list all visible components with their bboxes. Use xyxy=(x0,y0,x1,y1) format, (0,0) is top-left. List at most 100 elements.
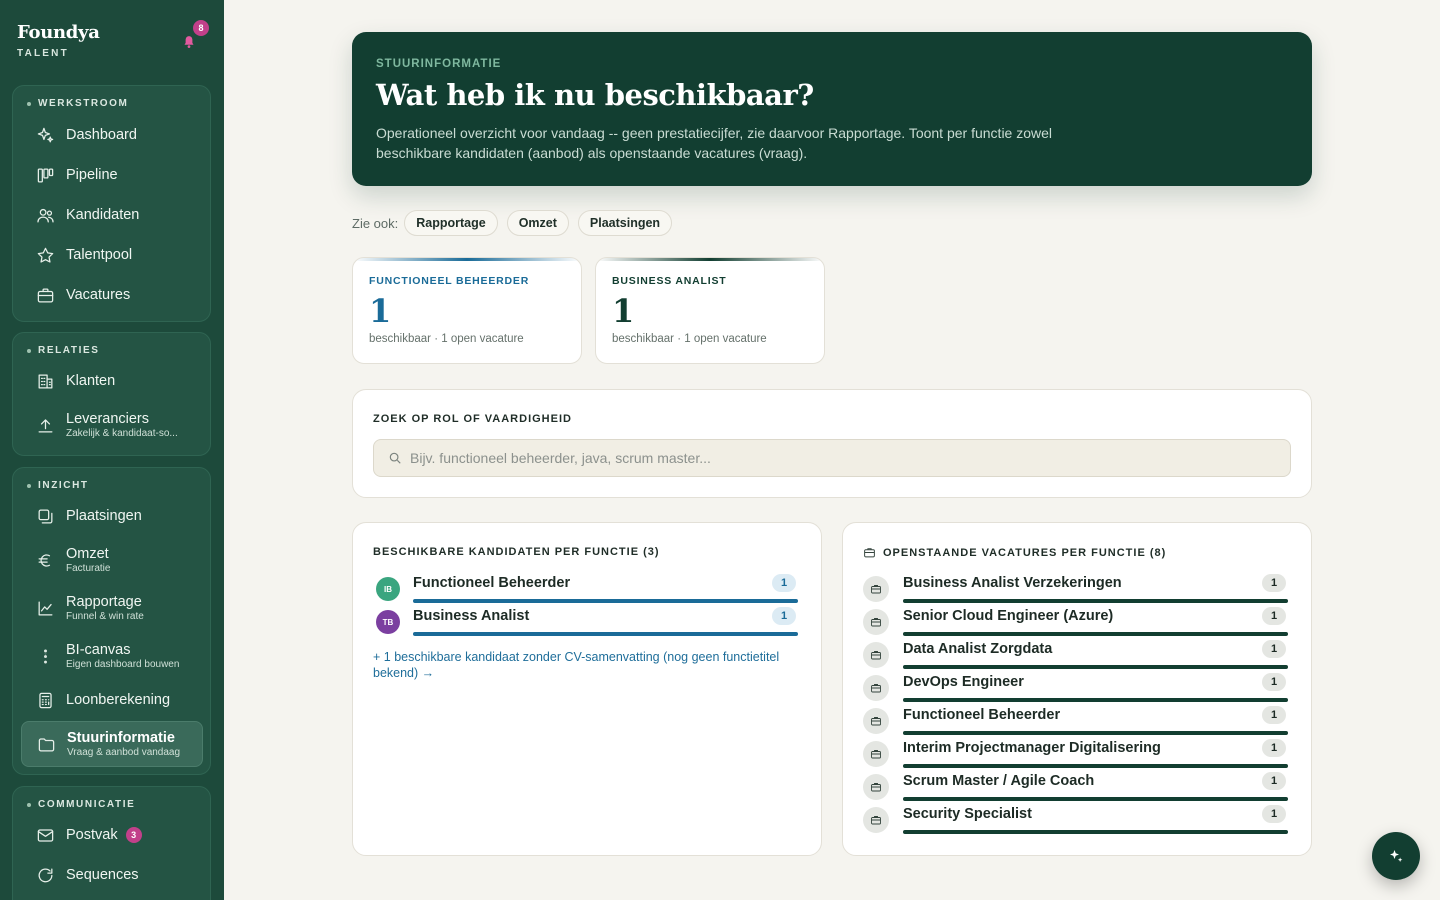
card-accent xyxy=(353,258,581,261)
vacancy-row[interactable]: Interim Projectmanager Digitalisering 1 xyxy=(843,738,1311,771)
stat-card-functioneel-beheerder[interactable]: FUNCTIONEEL BEHEERDER 1 beschikbaar · 1 … xyxy=(352,257,582,364)
nav-item-rapportage[interactable]: Rapportage Funnel & win rate xyxy=(21,588,203,628)
nav-sub: Zakelijk & kandidaat-so... xyxy=(66,428,178,439)
row-count: 1 xyxy=(772,607,796,625)
row-label: DevOps Engineer xyxy=(903,674,1024,690)
avatar: TB xyxy=(376,610,400,634)
nav-label: Leveranciers xyxy=(66,411,150,427)
briefcase-icon xyxy=(864,548,875,558)
row-count: 1 xyxy=(1262,673,1286,691)
vacancies-panel: OPENSTAANDE VACATURES PER FUNCTIE (8) Bu… xyxy=(842,522,1312,856)
row-label: Interim Projectmanager Digitalisering xyxy=(903,740,1161,756)
nav-item-postvak[interactable]: Postvak 3 xyxy=(21,815,203,855)
nav-item-bi-canvas[interactable]: BI-canvas Eigen dashboard bouwen xyxy=(21,636,203,676)
row-bar xyxy=(903,599,1288,603)
refresh-icon xyxy=(35,865,55,885)
nav-label: Omzet xyxy=(66,546,109,562)
nav-item-pipeline[interactable]: Pipeline xyxy=(21,155,203,195)
row-bar xyxy=(413,632,798,636)
nav-item-sequences[interactable]: Sequences xyxy=(21,855,203,895)
candidates-without-cv-link[interactable]: + 1 beschikbare kandidaat zonder CV-same… xyxy=(373,649,803,681)
nav-label: Klanten xyxy=(66,373,116,389)
brand-name: Foundya xyxy=(17,22,100,43)
nav-item-stuurinformatie[interactable]: Stuurinformatie Vraag & aanbod vandaag xyxy=(21,721,203,767)
row-label: Security Specialist xyxy=(903,806,1032,822)
search-title: ZOEK OP ROL OF VAARDIGHEID xyxy=(373,413,572,425)
hero-eyebrow: STUURINFORMATIE xyxy=(376,58,502,70)
group-title: RELATIES xyxy=(27,345,100,356)
avatar: IB xyxy=(376,577,400,601)
row-label: Senior Cloud Engineer (Azure) xyxy=(903,608,1114,624)
row-count: 1 xyxy=(1262,706,1286,724)
stat-sub: beschikbaar · 1 open vacature xyxy=(612,333,767,345)
hero-description: Operationeel overzicht voor vandaag -- g… xyxy=(376,125,1053,161)
bell-icon[interactable] xyxy=(180,32,198,50)
unread-badge: 3 xyxy=(125,827,142,843)
nav-item-omzet[interactable]: Omzet Facturatie xyxy=(21,540,203,580)
nav-item-vacatures[interactable]: Vacatures xyxy=(21,275,203,315)
star-icon xyxy=(35,245,55,265)
vacancy-row[interactable]: Data Analist Zorgdata 1 xyxy=(843,639,1311,672)
nav-sub: Funnel & win rate xyxy=(66,611,144,622)
nav-item-talentpool[interactable]: Talentpool xyxy=(21,235,203,275)
nav-label: Loonberekening xyxy=(66,692,171,708)
vacancy-row[interactable]: Scrum Master / Agile Coach 1 xyxy=(843,771,1311,804)
stat-card-business-analist[interactable]: BUSINESS ANALIST 1 beschikbaar · 1 open … xyxy=(595,257,825,364)
nav-item-klanten[interactable]: Klanten xyxy=(21,361,203,401)
briefcase-icon xyxy=(863,642,889,668)
nav-label: Dashboard xyxy=(66,127,137,143)
search-panel: ZOEK OP ROL OF VAARDIGHEID xyxy=(352,389,1312,498)
candidate-row[interactable]: TB Business Analist 1 xyxy=(353,606,821,639)
vacancy-row[interactable]: Security Specialist 1 xyxy=(843,804,1311,837)
row-count: 1 xyxy=(1262,739,1286,757)
stat-value: 1 xyxy=(369,292,392,330)
nav-label: Rapportage xyxy=(66,594,142,610)
row-label: Data Analist Zorgdata xyxy=(903,641,1053,657)
stat-title: BUSINESS ANALIST xyxy=(612,275,727,287)
notification-badge: 8 xyxy=(193,20,209,36)
see-also-rapportage[interactable]: Rapportage xyxy=(404,210,498,236)
row-count: 1 xyxy=(1262,772,1286,790)
ai-assistant-button[interactable] xyxy=(1372,832,1420,880)
nav-label: Postvak xyxy=(66,827,118,843)
vacancies-title-text: OPENSTAANDE VACATURES PER FUNCTIE (8) xyxy=(883,546,1167,559)
building-icon xyxy=(35,371,55,391)
nav-label: Vacatures xyxy=(66,287,131,303)
nav-item-leveranciers[interactable]: Leveranciers Zakelijk & kandidaat-so... xyxy=(21,405,203,445)
nav-item-plaatsingen[interactable]: Plaatsingen xyxy=(21,496,203,536)
row-count: 1 xyxy=(1262,607,1286,625)
see-also-omzet[interactable]: Omzet xyxy=(506,210,569,236)
candidate-row[interactable]: IB Functioneel Beheerder 1 xyxy=(353,573,821,606)
grip-icon xyxy=(35,646,55,666)
briefcase-icon xyxy=(863,609,889,635)
nav-item-dashboard[interactable]: Dashboard xyxy=(21,115,203,155)
row-bar xyxy=(903,698,1288,702)
nav-label: Sequences xyxy=(66,867,139,883)
briefcase-icon xyxy=(863,774,889,800)
row-count: 1 xyxy=(1262,640,1286,658)
nav-group-inzicht: INZICHT Plaatsingen Omzet Facturatie Rap… xyxy=(12,467,211,775)
copy-icon xyxy=(35,506,55,526)
chart-icon xyxy=(35,598,55,618)
row-bar xyxy=(903,665,1288,669)
vacancy-row[interactable]: Functioneel Beheerder 1 xyxy=(843,705,1311,738)
sparkles-icon xyxy=(1390,850,1403,862)
see-also-label: Zie ook: xyxy=(352,215,399,231)
nav-label: Kandidaten xyxy=(66,207,140,223)
row-label: Business Analist xyxy=(413,608,530,624)
brand[interactable]: Foundya TALENT xyxy=(17,22,100,59)
row-bar xyxy=(903,830,1288,834)
nav-item-loonberekening[interactable]: Loonberekening xyxy=(21,680,203,720)
upload-icon xyxy=(35,415,55,435)
group-title: WERKSTROOM xyxy=(27,98,128,109)
nav-label: Plaatsingen xyxy=(66,508,142,524)
search-input[interactable] xyxy=(410,450,1270,466)
nav-label: BI-canvas xyxy=(66,642,131,658)
nav-item-kandidaten[interactable]: Kandidaten xyxy=(21,195,203,235)
vacancy-row[interactable]: Senior Cloud Engineer (Azure) 1 xyxy=(843,606,1311,639)
briefcase-icon xyxy=(35,285,55,305)
sparkles-icon xyxy=(35,125,55,145)
vacancy-row[interactable]: Business Analist Verzekeringen 1 xyxy=(843,573,1311,606)
see-also-plaatsingen[interactable]: Plaatsingen xyxy=(577,210,673,236)
vacancy-row[interactable]: DevOps Engineer 1 xyxy=(843,672,1311,705)
